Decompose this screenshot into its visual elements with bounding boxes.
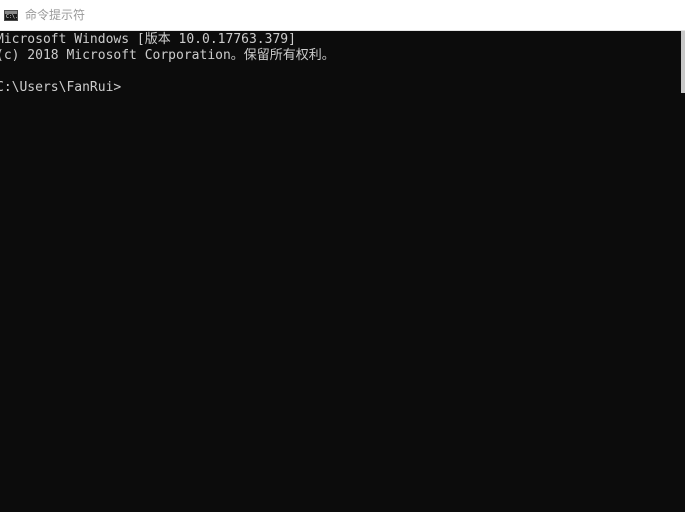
title-bar[interactable]: C:\. 命令提示符 bbox=[0, 0, 685, 31]
scrollbar-edge[interactable] bbox=[681, 31, 685, 93]
console-line-copyright: (c) 2018 Microsoft Corporation。保留所有权利。 bbox=[0, 48, 335, 63]
console-output[interactable]: Microsoft Windows [版本 10.0.17763.379] (c… bbox=[0, 31, 685, 512]
window-title: 命令提示符 bbox=[25, 8, 86, 22]
command-prompt-window: C:\. 命令提示符 Microsoft Windows [版本 10.0.17… bbox=[0, 0, 685, 512]
icon-glyph: C:\. bbox=[6, 14, 19, 20]
cmd-console-icon[interactable]: C:\. bbox=[4, 10, 18, 21]
console-prompt[interactable]: C:\Users\FanRui> bbox=[0, 80, 121, 96]
console-line-version: Microsoft Windows [版本 10.0.17763.379] bbox=[0, 32, 296, 47]
